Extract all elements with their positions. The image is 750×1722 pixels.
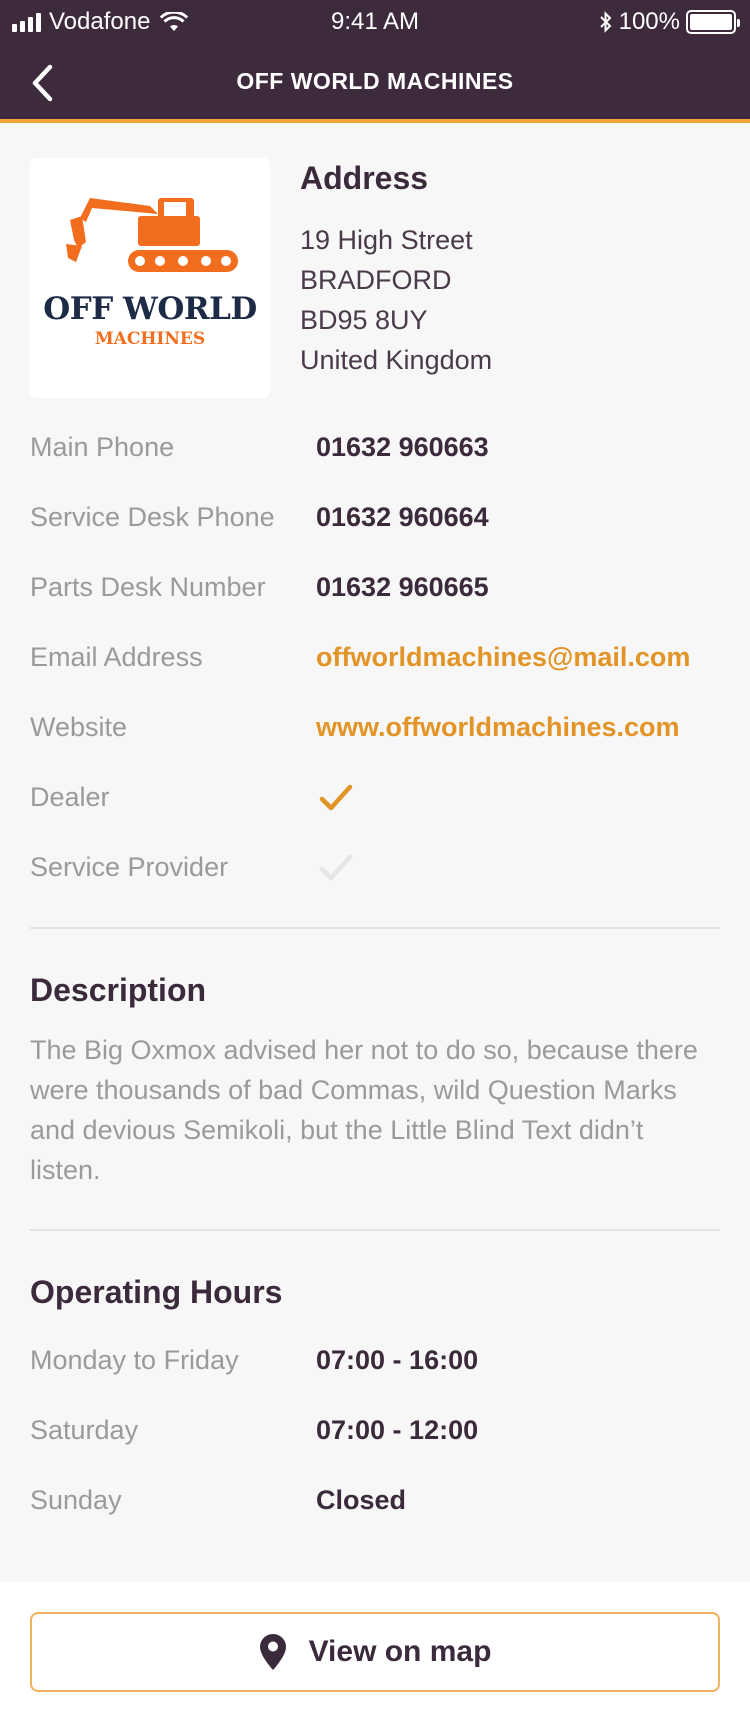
excavator-icon: [66, 198, 238, 272]
hours-row: Saturday 07:00 - 12:00: [30, 1415, 720, 1455]
main-phone-row: Main Phone 01632 960663: [30, 432, 720, 472]
service-desk-phone-row: Service Desk Phone 01632 960664: [30, 502, 720, 542]
view-on-map-button[interactable]: View on map: [30, 1612, 720, 1692]
hours-day-label: Sunday: [30, 1485, 122, 1515]
logo-subtext: MACHINES: [94, 329, 206, 349]
website-link[interactable]: www.offworldmachines.com: [316, 712, 680, 743]
status-right: 100%: [599, 8, 740, 36]
website-row: Website www.offworldmachines.com: [30, 712, 720, 752]
address-line: 19 High Street: [300, 225, 473, 255]
email-link[interactable]: offworldmachines@mail.com: [316, 642, 690, 673]
main-phone-value[interactable]: 01632 960663: [316, 432, 489, 463]
checkmark-inactive-icon: [319, 854, 353, 881]
dealer-label: Dealer: [30, 782, 110, 812]
bluetooth-icon: [599, 11, 612, 33]
main-phone-label: Main Phone: [30, 432, 175, 462]
status-bar: Vodafone 9:41 AM 100%: [0, 0, 750, 42]
parts-desk-number-label: Parts Desk Number: [30, 572, 266, 602]
address-line: BD95 8UY: [300, 305, 428, 335]
operating-hours-heading: Operating Hours: [30, 1274, 283, 1310]
bottom-action-bar: View on map: [0, 1582, 750, 1722]
map-pin-icon: [259, 1634, 286, 1670]
hours-day-label: Monday to Friday: [30, 1345, 239, 1375]
divider: [30, 1229, 720, 1231]
checkmark-icon: [319, 784, 353, 811]
hours-time-value: 07:00 - 16:00: [316, 1345, 479, 1375]
hours-time-value: Closed: [316, 1485, 407, 1515]
email-label: Email Address: [30, 642, 203, 672]
page-title: OFF WORLD MACHINES: [236, 68, 514, 94]
description-text: The Big Oxmox advised her not to do so, …: [30, 1035, 698, 1185]
description-heading: Description: [30, 972, 207, 1008]
website-label: Website: [30, 712, 128, 742]
service-provider-row: Service Provider: [30, 852, 720, 892]
hours-row: Monday to Friday 07:00 - 16:00: [30, 1345, 720, 1385]
view-on-map-label: View on map: [308, 1635, 492, 1668]
dealer-row: Dealer: [30, 782, 720, 822]
hours-row: Sunday Closed: [30, 1485, 720, 1525]
address-line: BRADFORD: [300, 265, 452, 295]
battery-icon: [686, 10, 740, 34]
company-logo: OFF WORLD MACHINES: [30, 158, 270, 398]
logo-text: OFF WORLD: [43, 291, 257, 327]
email-row: Email Address offworldmachines@mail.com: [30, 642, 720, 682]
service-desk-phone-label: Service Desk Phone: [30, 502, 275, 532]
divider: [30, 927, 720, 929]
address-block: 19 High Street BRADFORD BD95 8UY United …: [300, 220, 492, 380]
battery-percent: 100%: [618, 8, 680, 35]
address-heading: Address: [300, 160, 429, 196]
parts-desk-number-row: Parts Desk Number 01632 960665: [30, 572, 720, 612]
hours-day-label: Saturday: [30, 1415, 139, 1445]
address-line: United Kingdom: [300, 345, 493, 375]
service-desk-phone-value[interactable]: 01632 960664: [316, 502, 489, 533]
top-bar: Vodafone 9:41 AM 100% OFF WORLD MACHINES: [0, 0, 750, 123]
service-provider-label: Service Provider: [30, 852, 229, 882]
hours-time-value: 07:00 - 12:00: [316, 1415, 479, 1445]
parts-desk-number-value[interactable]: 01632 960665: [316, 572, 489, 603]
